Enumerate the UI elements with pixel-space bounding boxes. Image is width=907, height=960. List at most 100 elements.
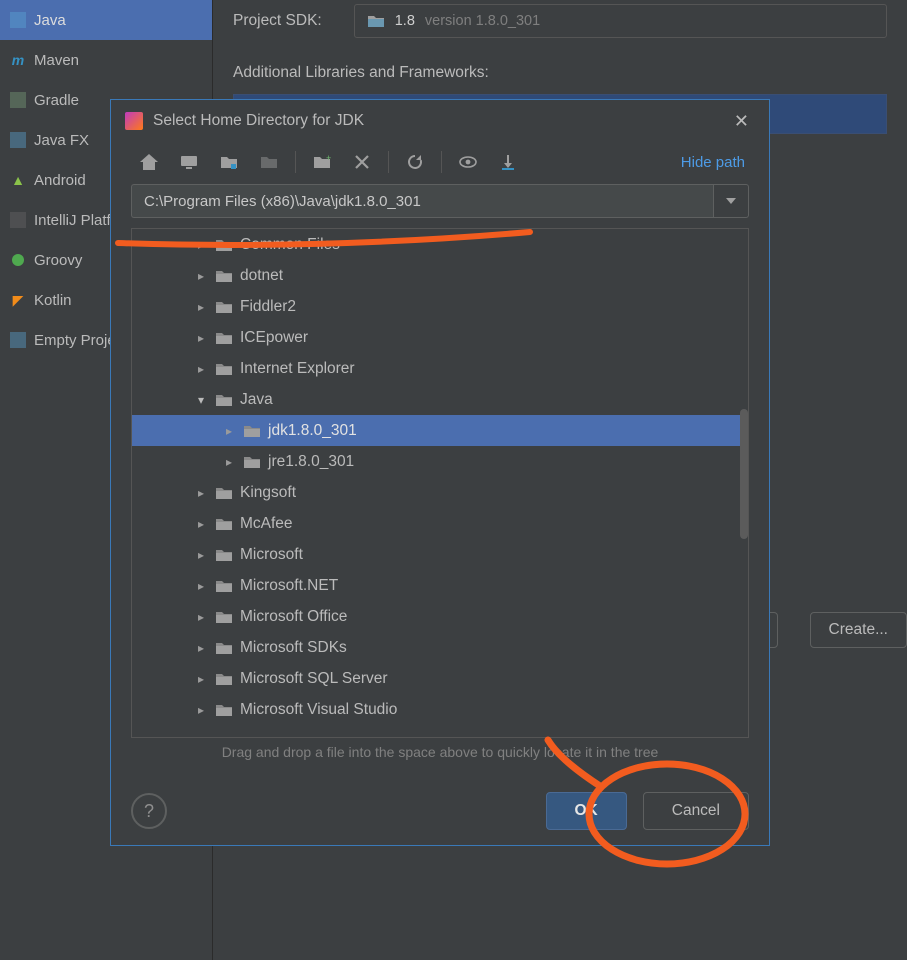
tree-row-jdk1-8-0-301[interactable]: ▸jdk1.8.0_301 bbox=[132, 415, 748, 446]
chevron-right-icon[interactable]: ▸ bbox=[194, 548, 208, 562]
chevron-right-icon[interactable]: ▸ bbox=[194, 672, 208, 686]
tree-row-java[interactable]: ▾ Java bbox=[132, 384, 748, 415]
path-history-dropdown[interactable] bbox=[713, 184, 749, 218]
chevron-right-icon[interactable]: ▸ bbox=[194, 331, 208, 345]
download-jdk-icon[interactable] bbox=[488, 146, 528, 178]
tree-row-label: Microsoft Visual Studio bbox=[240, 701, 397, 719]
path-input[interactable] bbox=[131, 184, 713, 218]
folder-icon bbox=[215, 703, 233, 717]
tree-row-label: ICEpower bbox=[240, 329, 308, 347]
show-hidden-icon[interactable] bbox=[448, 146, 488, 178]
tree-row-microsoft-visual-studio[interactable]: ▸ Microsoft Visual Studio bbox=[132, 694, 748, 725]
folder-icon bbox=[215, 579, 233, 593]
file-chooser-toolbar: + Hide path bbox=[111, 142, 769, 182]
ok-button[interactable]: OK bbox=[546, 792, 627, 830]
folder-icon bbox=[215, 238, 233, 252]
folder-icon bbox=[215, 672, 233, 686]
folder-icon bbox=[215, 362, 233, 376]
tree-row-label: Microsoft bbox=[240, 546, 303, 564]
select-jdk-home-dialog: Select Home Directory for JDK ✕ + bbox=[110, 99, 770, 846]
cancel-button[interactable]: Cancel bbox=[643, 792, 749, 830]
module-dir-icon bbox=[249, 146, 289, 178]
sidebar-item-maven[interactable]: m Maven bbox=[0, 40, 212, 80]
sidebar-item-label: Groovy bbox=[34, 252, 82, 269]
tree-scrollbar[interactable] bbox=[740, 409, 748, 539]
create-button[interactable]: Create... bbox=[810, 612, 907, 648]
tree-row-mcafee[interactable]: ▸McAfee bbox=[132, 508, 748, 539]
tree-row-label: Microsoft SDKs bbox=[240, 639, 347, 657]
intellij-icon bbox=[125, 112, 143, 130]
chevron-right-icon[interactable]: ▸ bbox=[194, 703, 208, 717]
folder-icon bbox=[215, 641, 233, 655]
tree-row-common-files[interactable]: ▸Common Files bbox=[132, 229, 748, 260]
tree-row-internet-explorer[interactable]: ▸Internet Explorer bbox=[132, 353, 748, 384]
directory-tree[interactable]: ▸Common Files▸dotnet▸Fiddler2▸ICEpower▸I… bbox=[131, 228, 749, 738]
sidebar-item-label: Maven bbox=[34, 52, 79, 69]
tree-row-label: Kingsoft bbox=[240, 484, 296, 502]
project-dir-icon[interactable] bbox=[209, 146, 249, 178]
folder-icon bbox=[215, 548, 233, 562]
tree-row-label: dotnet bbox=[240, 267, 283, 285]
folder-icon bbox=[215, 610, 233, 624]
empty-project-icon bbox=[10, 332, 26, 348]
chevron-right-icon[interactable]: ▸ bbox=[222, 455, 236, 469]
android-icon: ▲ bbox=[10, 172, 26, 188]
tree-row-microsoft[interactable]: ▸ Microsoft bbox=[132, 539, 748, 570]
close-icon[interactable]: ✕ bbox=[728, 107, 755, 136]
tree-row-label: Microsoft SQL Server bbox=[240, 670, 388, 688]
project-sdk-dropdown[interactable]: 1.8 version 1.8.0_301 bbox=[354, 4, 887, 38]
dialog-titlebar: Select Home Directory for JDK ✕ bbox=[111, 100, 769, 142]
svg-text:+: + bbox=[326, 155, 331, 163]
help-button[interactable]: ? bbox=[131, 793, 167, 829]
folder-icon bbox=[215, 393, 233, 407]
sdk-version-suffix: version 1.8.0_301 bbox=[425, 13, 540, 29]
chevron-right-icon[interactable]: ▸ bbox=[194, 238, 208, 252]
tree-row-dotnet[interactable]: ▸ dotnet bbox=[132, 260, 748, 291]
tree-row-icepower[interactable]: ▸ ICEpower bbox=[132, 322, 748, 353]
tree-row-label: Microsoft.NET bbox=[240, 577, 338, 595]
chevron-right-icon[interactable]: ▸ bbox=[194, 300, 208, 314]
chevron-right-icon[interactable]: ▸ bbox=[194, 610, 208, 624]
chevron-right-icon[interactable]: ▸ bbox=[194, 362, 208, 376]
folder-icon bbox=[215, 517, 233, 531]
folder-icon bbox=[243, 455, 261, 469]
sidebar-item-java[interactable]: Java bbox=[0, 0, 212, 40]
tree-row-microsoft-sql-server[interactable]: ▸ Microsoft SQL Server bbox=[132, 663, 748, 694]
chevron-right-icon[interactable]: ▸ bbox=[194, 579, 208, 593]
toolbar-separator bbox=[388, 151, 389, 173]
chevron-right-icon[interactable]: ▸ bbox=[194, 486, 208, 500]
chevron-right-icon[interactable]: ▸ bbox=[194, 269, 208, 283]
drag-drop-hint: Drag and drop a file into the space abov… bbox=[111, 744, 769, 760]
chevron-right-icon[interactable]: ▸ bbox=[194, 641, 208, 655]
sdk-folder-icon bbox=[367, 14, 385, 28]
sidebar-item-label: Java bbox=[34, 12, 66, 29]
dialog-button-bar: ? OK Cancel bbox=[111, 777, 769, 845]
sidebar-item-label: Kotlin bbox=[34, 292, 72, 309]
chevron-down-icon[interactable]: ▾ bbox=[194, 393, 208, 407]
chevron-right-icon[interactable]: ▸ bbox=[222, 424, 236, 438]
sidebar-item-label: Java FX bbox=[34, 132, 89, 149]
tree-row-fiddler2[interactable]: ▸Fiddler2 bbox=[132, 291, 748, 322]
tree-row-kingsoft[interactable]: ▸ Kingsoft bbox=[132, 477, 748, 508]
project-sdk-label: Project SDK: bbox=[233, 12, 322, 30]
new-folder-icon[interactable]: + bbox=[302, 146, 342, 178]
tree-row-label: Java bbox=[240, 391, 273, 409]
java-icon bbox=[10, 12, 26, 28]
kotlin-icon: ◤ bbox=[10, 292, 26, 308]
tree-row-jre1-8-0-301[interactable]: ▸jre1.8.0_301 bbox=[132, 446, 748, 477]
path-row bbox=[111, 184, 769, 220]
refresh-icon[interactable] bbox=[395, 146, 435, 178]
delete-icon[interactable] bbox=[342, 146, 382, 178]
home-icon[interactable] bbox=[129, 146, 169, 178]
desktop-icon[interactable] bbox=[169, 146, 209, 178]
tree-row-label: Microsoft Office bbox=[240, 608, 347, 626]
tree-row-microsoft-sdks[interactable]: ▸ Microsoft SDKs bbox=[132, 632, 748, 663]
additional-libs-label: Additional Libraries and Frameworks: bbox=[233, 64, 887, 82]
tree-row-microsoft-net[interactable]: ▸ Microsoft.NET bbox=[132, 570, 748, 601]
tree-row-microsoft-office[interactable]: ▸ Microsoft Office bbox=[132, 601, 748, 632]
folder-icon bbox=[215, 269, 233, 283]
plugin-icon bbox=[10, 212, 26, 228]
chevron-right-icon[interactable]: ▸ bbox=[194, 517, 208, 531]
hide-path-link[interactable]: Hide path bbox=[681, 154, 751, 171]
folder-icon bbox=[243, 424, 261, 438]
